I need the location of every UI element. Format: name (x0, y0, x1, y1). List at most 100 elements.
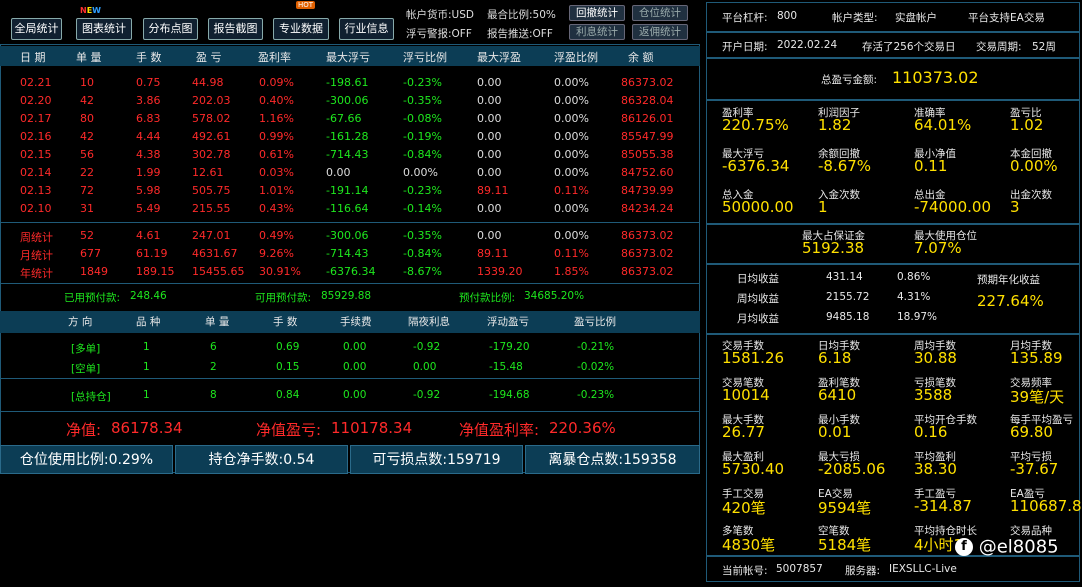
total-pnl: 110373.02 (892, 68, 979, 87)
table-cell: -198.61 (326, 76, 369, 89)
stat-value: 110687.89 (1010, 497, 1082, 515)
summary-cell: 4631.67 (192, 247, 238, 260)
table-cell: 215.55 (192, 202, 231, 215)
table-cell: -161.28 (326, 130, 369, 143)
summary-cell: 1.85% (554, 265, 589, 278)
table-cell: 0.00% (554, 202, 589, 215)
table-cell: 4.38 (136, 148, 161, 161)
daily-avg-pct: 4.31% (897, 291, 931, 303)
position-cell: -0.92 (413, 389, 441, 401)
table-cell: 0.03% (259, 166, 294, 179)
table-cell: 578.02 (192, 112, 231, 125)
chart-stats-button[interactable]: 图表统计 (76, 18, 132, 40)
interest-stats-button[interactable]: 利息统计 (569, 24, 625, 40)
stat-value: -2085.06 (818, 460, 886, 478)
industry-info-button[interactable]: 行业信息 (339, 18, 394, 40)
daily-avg-value: 431.14 (826, 271, 863, 283)
stat-value: -37.67 (1010, 460, 1059, 478)
stat-value: 64.01% (914, 116, 972, 134)
stat-value: -314.87 (914, 497, 972, 515)
summary-cell: 0.49% (259, 229, 294, 242)
stat-value: 1 (818, 198, 828, 216)
table-cell: 12.61 (192, 166, 224, 179)
summary-cell: 月统计 (20, 249, 53, 262)
hot-badge: HOT (296, 1, 316, 9)
stat-value: 135.89 (1010, 349, 1063, 367)
table-cell: 0.00 (477, 94, 502, 107)
table-cell: 0.00 (477, 130, 502, 143)
net-pnl: 110178.34 (331, 419, 413, 437)
summary-cell: 52 (80, 229, 94, 242)
table-cell: 89.11 (477, 184, 509, 197)
table-cell: 02.20 (20, 94, 52, 107)
pro-data-button[interactable]: 专业数据 (273, 18, 329, 40)
table-cell: 1.16% (259, 112, 294, 125)
table-cell: 56 (80, 148, 94, 161)
summary-cell: -8.67% (403, 265, 442, 278)
table-cell: 72 (80, 184, 94, 197)
position-cell: 2 (210, 361, 217, 373)
table-cell: -116.64 (326, 202, 369, 215)
stat-value: 220.75% (722, 116, 789, 134)
table-cell: 0.00% (554, 112, 589, 125)
position-stats-button[interactable]: 仓位统计 (632, 5, 688, 21)
summary-row: 年统计 1849 189.15 15455.65 30.91% -6376.34 -8.67… (0, 264, 700, 281)
annual-return: 227.64% (977, 292, 1044, 310)
position-cell: -0.92 (413, 341, 441, 353)
table-cell: 86373.02 (621, 76, 674, 89)
table-cell: 02.21 (20, 76, 52, 89)
daily-avg-label: 月均收益 (737, 313, 779, 325)
daily-avg-label: 日均收益 (737, 273, 779, 285)
position-cell: -0.23% (577, 389, 615, 401)
stat-value: 7.07% (914, 239, 962, 257)
daily-row: 02.14 22 1.99 12.61 0.03% 0.00 0.00% 0.00 0.00% 8… (0, 165, 700, 182)
table-cell: 86328.04 (621, 94, 674, 107)
table-cell: 202.03 (192, 94, 231, 107)
stat-value: 1581.26 (722, 349, 785, 367)
position-cell: 0.69 (276, 341, 300, 353)
table-cell: 0.43% (259, 202, 294, 215)
summary-cell: -0.35% (403, 229, 442, 242)
net-value-label: 净值: (66, 421, 102, 439)
stat-value: 3588 (914, 386, 953, 404)
position-cell: 6 (210, 341, 217, 353)
table-cell: 10 (80, 76, 94, 89)
stat-value: 5184笔 (818, 536, 872, 554)
table-cell: 5.49 (136, 202, 161, 215)
table-cell: 02.16 (20, 130, 52, 143)
stat-value: 69.80 (1010, 423, 1053, 441)
report-screenshot-button[interactable]: 报告截图 (208, 18, 263, 40)
summary-cell: 247.01 (192, 229, 231, 242)
summary-cell: 189.15 (136, 265, 175, 278)
stat-value: 5730.40 (722, 460, 785, 478)
summary-cell: 86373.02 (621, 229, 674, 242)
stat-value: 39笔/天 (1010, 388, 1065, 406)
net-rate: 220.36% (549, 419, 616, 437)
table-cell: 85055.38 (621, 148, 674, 161)
summary-cell: 9.26% (259, 247, 294, 260)
global-stats-button[interactable]: 全局统计 (11, 18, 62, 40)
table-cell: -0.08% (403, 112, 442, 125)
float-alert: 浮亏警报:OFF (406, 28, 472, 40)
table-cell: -0.84% (403, 148, 442, 161)
summary-row: 月统计 677 61.19 4631.67 9.26% -714.43 -0.84% 89.1… (0, 246, 700, 263)
table-cell: 22 (80, 166, 94, 179)
position-table-header: 方 向品 种单 量手 数手续费 隔夜利息 浮动盈亏 盈亏比例 (0, 311, 700, 333)
distribution-button[interactable]: 分布点图 (143, 18, 198, 40)
summary-cell: -0.84% (403, 247, 442, 260)
table-cell: 0.40% (259, 94, 294, 107)
table-cell: 0.09% (259, 76, 294, 89)
table-cell: -0.35% (403, 94, 442, 107)
stat-value: 0.16 (914, 423, 948, 441)
account-currency: 帐户货币:USD (406, 9, 474, 21)
summary-cell: 86373.02 (621, 265, 674, 278)
net-lots: 持仓净手数:0.54 (175, 445, 348, 474)
summary-cell: 周统计 (20, 231, 53, 244)
table-cell: 80 (80, 112, 94, 125)
stat-value: 0.11 (914, 157, 948, 175)
table-cell: -191.14 (326, 184, 369, 197)
drawdown-stats-button[interactable]: 回撤统计 (569, 5, 625, 21)
position-usage: 仓位使用比例:0.29% (0, 445, 173, 474)
table-cell: 5.98 (136, 184, 161, 197)
rebate-stats-button[interactable]: 返佣统计 (632, 24, 688, 40)
